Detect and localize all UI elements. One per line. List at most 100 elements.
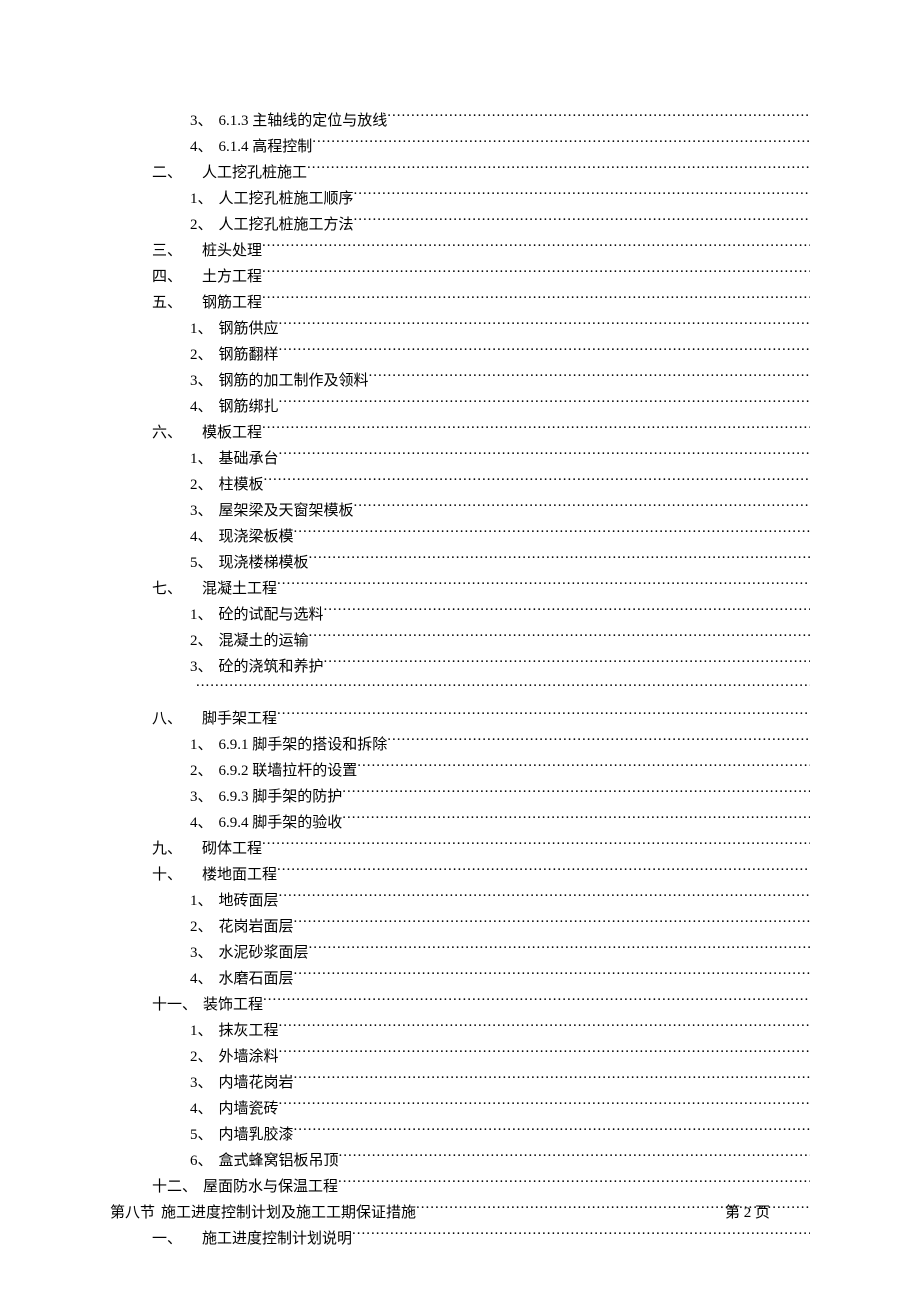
toc-entry-label: 地砖面层 [213, 888, 279, 914]
toc-leader-dots [357, 760, 810, 775]
toc-leader-dots [277, 708, 810, 723]
page-footer: 第 2 页 [725, 1201, 770, 1222]
toc-entry-label: 基础承台 [213, 446, 279, 472]
toc-leader-dots [262, 292, 810, 307]
toc-entry: 2、混凝土的运输 [110, 628, 810, 654]
toc-entry: 4、6.1.4 高程控制 [110, 134, 810, 160]
toc-leader-dots [196, 680, 810, 695]
toc-entry-number: 2、 [190, 212, 213, 238]
toc-entry-label: 6.1.4 高程控制 [213, 134, 313, 160]
toc-entry-label: 桩头处理 [196, 238, 262, 264]
toc-leader-dots [387, 734, 810, 749]
toc-entry: 八、脚手架工程 [110, 706, 810, 732]
toc-leader-dots [294, 968, 810, 983]
toc-entry-number: 5、 [190, 550, 213, 576]
toc-entry-label: 施工进度控制计划说明 [196, 1226, 352, 1252]
toc-entry: 十一、装饰工程 [110, 992, 810, 1018]
toc-entry: 1、人工挖孔桩施工顺序 [110, 186, 810, 212]
toc-entry: 2、钢筋翻样 [110, 342, 810, 368]
toc-entry-label: 6.1.3 主轴线的定位与放线 [213, 108, 388, 134]
toc-entry-label: 6.9.4 脚手架的验收 [213, 810, 343, 836]
toc-leader-dots [262, 266, 810, 281]
toc-entry-label: 水磨石面层 [213, 966, 294, 992]
toc-entry-label: 装饰工程 [197, 992, 263, 1018]
toc-leader-dots [264, 474, 810, 489]
toc-entry-label: 砼的浇筑和养护 [213, 654, 324, 680]
toc-entry-number: 2、 [190, 472, 213, 498]
toc-entry-number: 1、 [190, 446, 213, 472]
toc-entry: 3、屋架梁及天窗架模板 [110, 498, 810, 524]
toc-entry-number: 1、 [190, 602, 213, 628]
toc-entry-number: 5、 [190, 1122, 213, 1148]
toc-entry-number: 1、 [190, 186, 213, 212]
toc-leader-dots [312, 136, 810, 151]
toc-entry-label: 人工挖孔桩施工顺序 [213, 186, 354, 212]
toc-leader-dots [279, 1046, 810, 1061]
toc-entry-number: 一、 [152, 1226, 196, 1252]
toc-entry-number: 第八节 [110, 1200, 155, 1226]
toc-entry: 2、人工挖孔桩施工方法 [110, 212, 810, 238]
toc-entry-label: 内墙瓷砖 [213, 1096, 279, 1122]
toc-entry-label: 现浇楼梯模板 [213, 550, 309, 576]
toc-leader-dots [342, 812, 810, 827]
toc-leader-dots [279, 318, 810, 333]
toc-entry-label: 施工进度控制计划及施工工期保证措施 [155, 1200, 416, 1226]
toc-leader-dots [262, 838, 810, 853]
toc-entry-label: 模板工程 [196, 420, 262, 446]
toc-leader-dots [354, 214, 810, 229]
toc-entry-label: 屋面防水与保温工程 [197, 1174, 338, 1200]
toc-entry: 3、6.9.3 脚手架的防护 [110, 784, 810, 810]
toc-leader-dots [262, 240, 810, 255]
toc-entry: 5、现浇楼梯模板 [110, 550, 810, 576]
toc-leader-dots [309, 630, 810, 645]
toc-entry-number: 6、 [190, 1148, 213, 1174]
toc-entry-label: 6.9.1 脚手架的搭设和拆除 [213, 732, 388, 758]
toc-leader-dots [342, 786, 810, 801]
toc-entry-label: 脚手架工程 [196, 706, 277, 732]
toc-entry: 1、钢筋供应 [110, 316, 810, 342]
toc-entry: 2、6.9.2 联墙拉杆的设置 [110, 758, 810, 784]
toc-entry: 2、花岗岩面层 [110, 914, 810, 940]
toc-entry-number: 七、 [152, 576, 196, 602]
toc-entry-number: 2、 [190, 1044, 213, 1070]
toc-entry: 十、楼地面工程 [110, 862, 810, 888]
toc-leader-dots [279, 448, 810, 463]
toc-entry: 4、钢筋绑扎 [110, 394, 810, 420]
toc-entry-number: 三、 [152, 238, 196, 264]
toc-entry-label: 钢筋绑扎 [213, 394, 279, 420]
toc-entry-number: 3、 [190, 108, 213, 134]
toc-entry-label: 混凝土工程 [196, 576, 277, 602]
toc-entry: 4、内墙瓷砖 [110, 1096, 810, 1122]
toc-entry: 4、6.9.4 脚手架的验收 [110, 810, 810, 836]
toc-entry [110, 680, 810, 706]
toc-entry: 六、模板工程 [110, 420, 810, 446]
toc-leader-dots [279, 344, 810, 359]
toc-entry-number: 1、 [190, 732, 213, 758]
toc-entry: 5、内墙乳胶漆 [110, 1122, 810, 1148]
toc-leader-dots [354, 500, 810, 515]
toc-leader-dots [324, 604, 810, 619]
toc-entry: 一、施工进度控制计划说明 [110, 1226, 810, 1252]
toc-leader-dots [309, 942, 810, 957]
toc-leader-dots [279, 396, 810, 411]
toc-entry-number: 1、 [190, 316, 213, 342]
toc-entry: 1、砼的试配与选料 [110, 602, 810, 628]
toc-entry-number: 4、 [190, 524, 213, 550]
toc-entry-number: 四、 [152, 264, 196, 290]
toc-leader-dots [294, 1124, 810, 1139]
toc-entry: 1、基础承台 [110, 446, 810, 472]
toc-entry-number: 十、 [152, 862, 196, 888]
toc-leader-dots [279, 890, 810, 905]
toc-leader-dots [277, 578, 810, 593]
toc-leader-dots [324, 656, 810, 671]
toc-entry-number: 六、 [152, 420, 196, 446]
toc-leader-dots [279, 1098, 810, 1113]
toc-entry-number: 2、 [190, 342, 213, 368]
toc-entry-number: 十二、 [152, 1174, 197, 1200]
toc-leader-dots [294, 526, 810, 541]
toc-entry-label: 土方工程 [196, 264, 262, 290]
toc-entry: 3、砼的浇筑和养护 [110, 654, 810, 680]
toc-entry: 五、钢筋工程 [110, 290, 810, 316]
toc-leader-dots [307, 162, 810, 177]
toc-leader-dots [279, 1020, 810, 1035]
